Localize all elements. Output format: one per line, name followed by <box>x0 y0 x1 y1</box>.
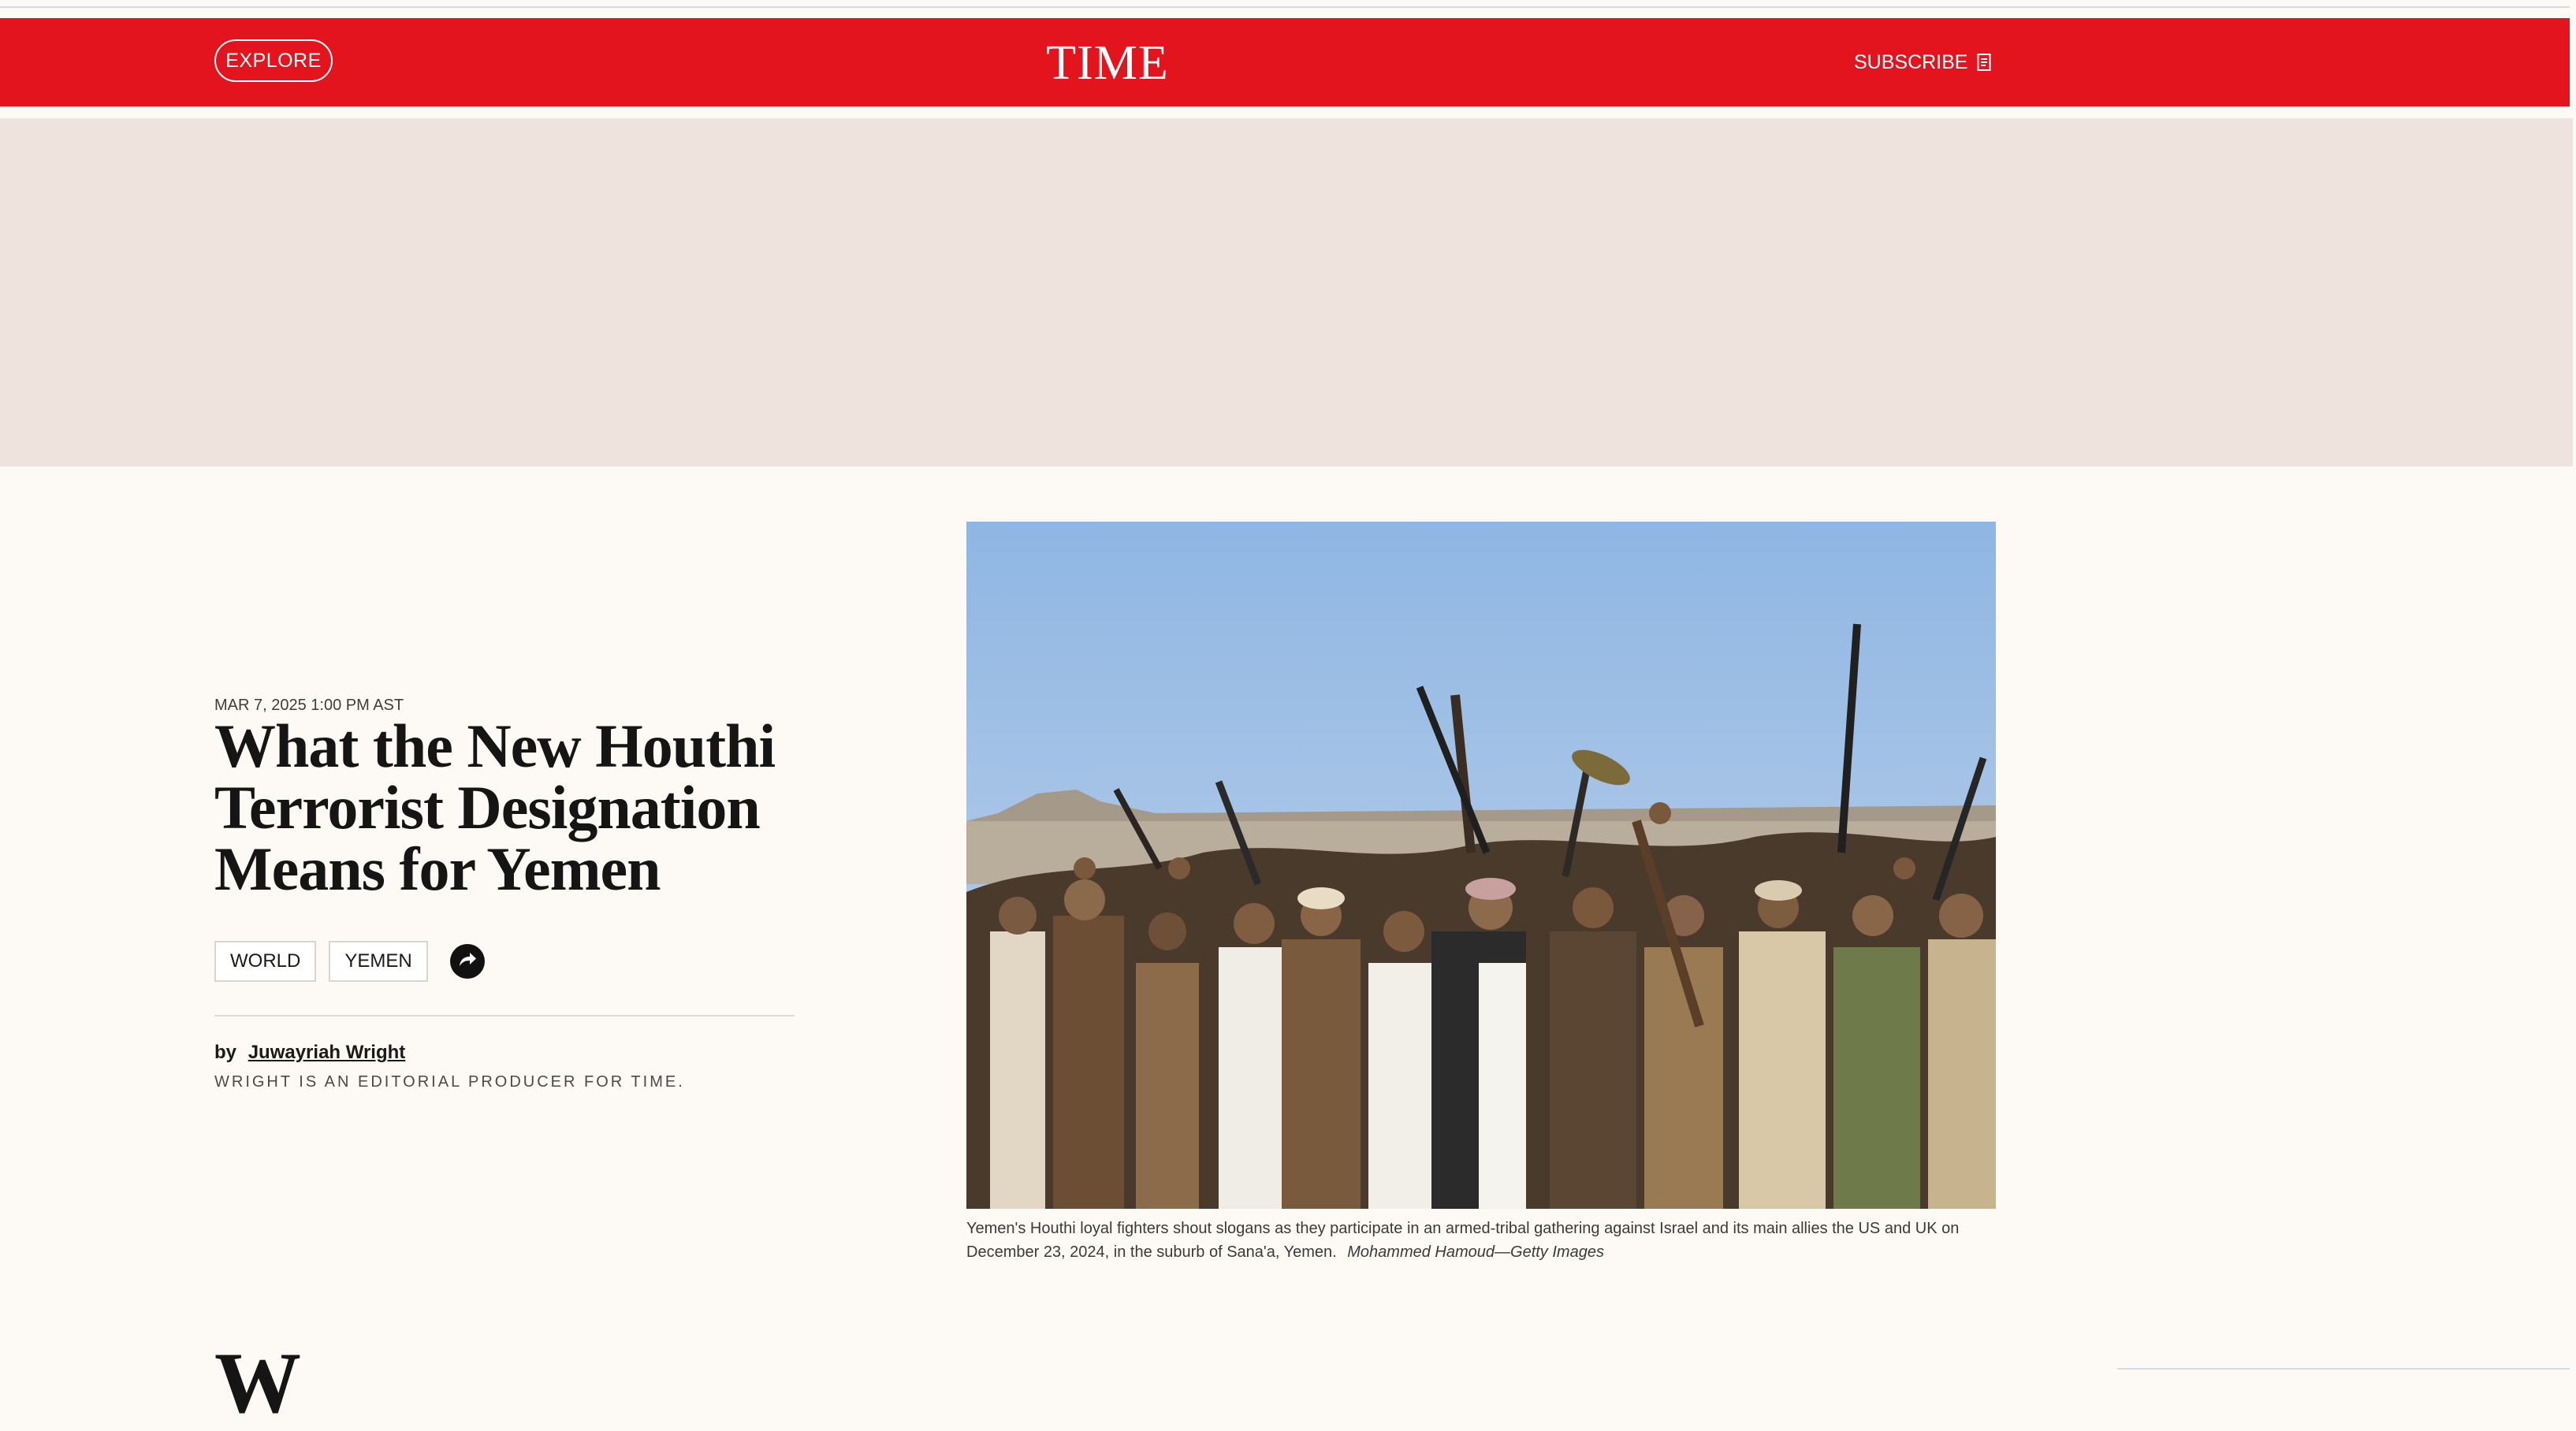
share-arrow-icon <box>457 951 478 972</box>
article-tags: WORLD YEMEN <box>214 941 485 982</box>
byline: by Juwayriah Wright <box>214 1042 405 1064</box>
byline-divider <box>214 1015 795 1017</box>
tag-world[interactable]: WORLD <box>214 941 317 982</box>
time-logo[interactable]: TIME <box>1025 35 1190 91</box>
byline-prefix: by <box>214 1042 237 1063</box>
article-headline: What the New Houthi Terrorist Designatio… <box>214 712 776 903</box>
explore-button[interactable]: EXPLORE <box>214 39 333 82</box>
site-header: EXPLORE TIME SUBSCRIBE <box>0 18 2570 106</box>
author-description: WRIGHT IS AN EDITORIAL PRODUCER FOR TIME… <box>214 1073 685 1091</box>
author-link[interactable]: Juwayriah Wright <box>248 1042 406 1063</box>
photo-caption: Yemen's Houthi loyal fighters shout slog… <box>966 1217 1996 1264</box>
sidebar-rule <box>2117 1368 2570 1370</box>
advertisement-slot <box>0 118 2573 466</box>
photo-credit: Mohammed Hamoud—Getty Images <box>1347 1243 1604 1261</box>
tag-yemen[interactable]: YEMEN <box>329 941 428 982</box>
magazine-icon <box>1977 53 1991 72</box>
article-photo <box>966 522 1996 1209</box>
top-border <box>0 6 2570 8</box>
next-section-heading: W <box>214 1335 301 1431</box>
share-button[interactable] <box>449 944 485 979</box>
subscribe-button[interactable]: SUBSCRIBE <box>1854 50 1991 75</box>
subscribe-label: SUBSCRIBE <box>1854 50 1968 73</box>
